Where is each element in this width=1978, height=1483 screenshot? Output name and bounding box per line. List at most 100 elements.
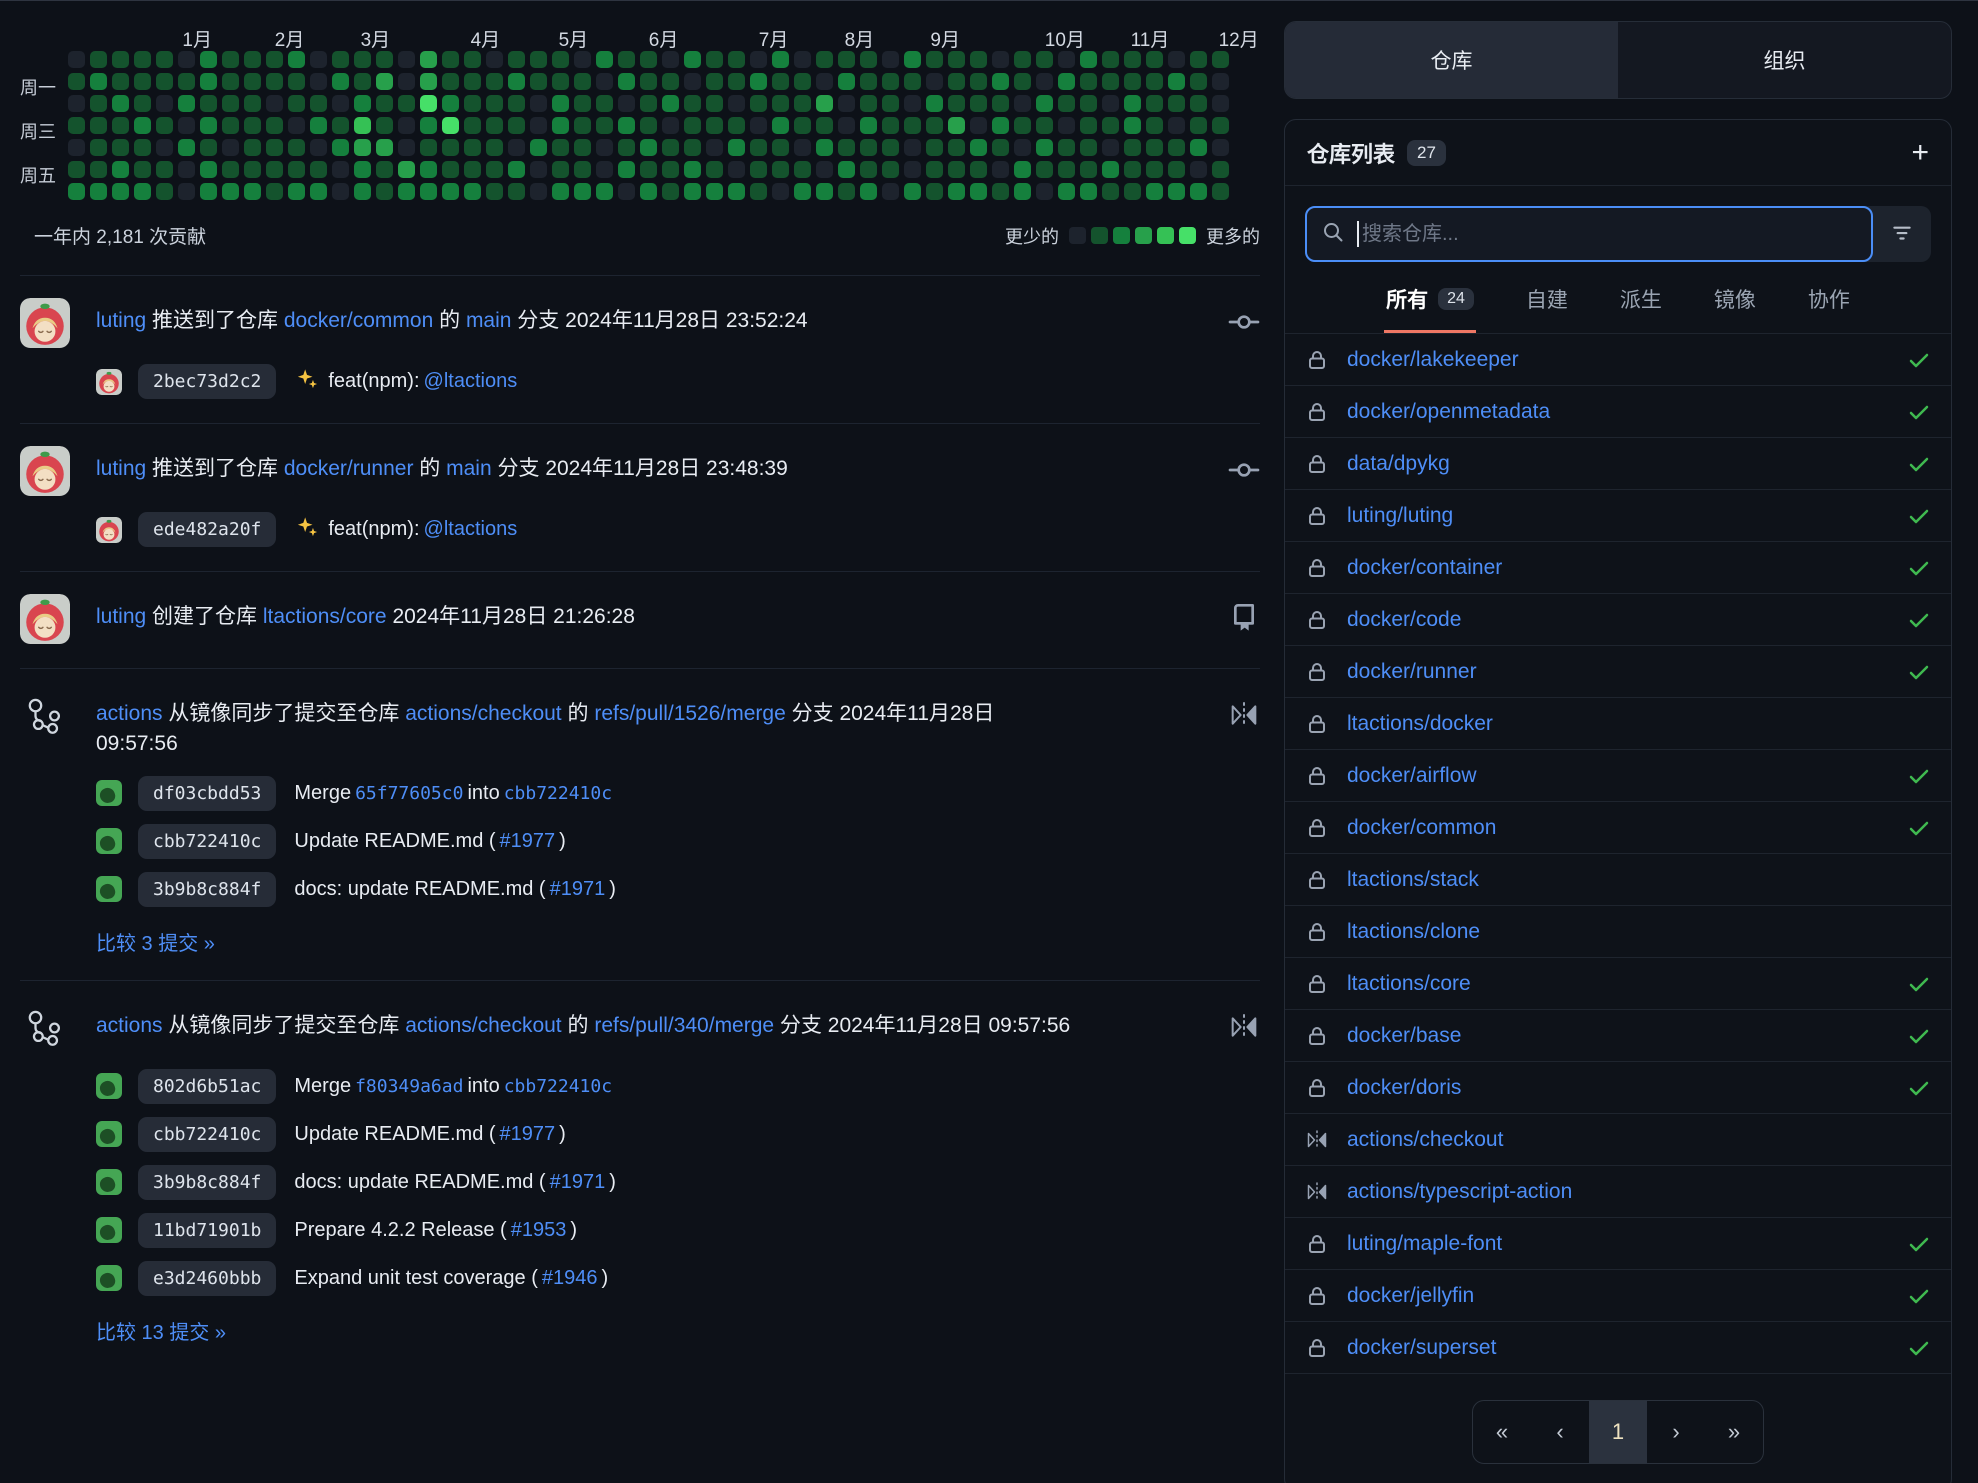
heatmap-cell[interactable] (332, 51, 349, 68)
heatmap-cell[interactable] (1080, 51, 1097, 68)
heatmap-cell[interactable] (596, 117, 613, 134)
heatmap-cell[interactable] (112, 161, 129, 178)
heatmap-cell[interactable] (68, 183, 85, 200)
repo-name-link[interactable]: docker/base (1347, 1024, 1461, 1048)
heatmap-cell[interactable] (310, 117, 327, 134)
heatmap-cell[interactable] (200, 139, 217, 156)
heatmap-cell[interactable] (508, 117, 525, 134)
heatmap-cell[interactable] (112, 73, 129, 90)
heatmap-cell[interactable] (1036, 183, 1053, 200)
actions-avatar[interactable] (96, 876, 122, 902)
heatmap-cell[interactable] (860, 73, 877, 90)
repo-name-link[interactable]: docker/jellyfin (1347, 1284, 1474, 1308)
tab-orgs[interactable]: 组织 (1618, 22, 1951, 98)
heatmap-cell[interactable] (1080, 73, 1097, 90)
repo-name-link[interactable]: ltactions/clone (1347, 920, 1480, 944)
repo-filter-button[interactable] (1873, 206, 1931, 262)
heatmap-cell[interactable] (838, 95, 855, 112)
repo-name-link[interactable]: docker/doris (1347, 1076, 1461, 1100)
heatmap-cell[interactable] (244, 73, 261, 90)
heatmap-cell[interactable] (442, 139, 459, 156)
heatmap-cell[interactable] (1212, 73, 1229, 90)
heatmap-cell[interactable] (684, 183, 701, 200)
heatmap-cell[interactable] (90, 95, 107, 112)
heatmap-cell[interactable] (1102, 117, 1119, 134)
heatmap-cell[interactable] (772, 95, 789, 112)
heatmap-cell[interactable] (266, 73, 283, 90)
heatmap-cell[interactable] (860, 161, 877, 178)
heatmap-cell[interactable] (288, 95, 305, 112)
heatmap-cell[interactable] (68, 51, 85, 68)
heatmap-cell[interactable] (156, 73, 173, 90)
heatmap-cell[interactable] (970, 95, 987, 112)
heatmap-cell[interactable] (486, 117, 503, 134)
heatmap-cell[interactable] (332, 161, 349, 178)
heatmap-cell[interactable] (794, 95, 811, 112)
heatmap-cell[interactable] (134, 51, 151, 68)
heatmap-cell[interactable] (464, 117, 481, 134)
heatmap-cell[interactable] (992, 161, 1009, 178)
heatmap-cell[interactable] (90, 161, 107, 178)
heatmap-cell[interactable] (156, 183, 173, 200)
heatmap-cell[interactable] (1102, 139, 1119, 156)
heatmap-cell[interactable] (354, 161, 371, 178)
repo-row[interactable]: docker/airflow (1285, 750, 1951, 802)
heatmap-cell[interactable] (1190, 139, 1207, 156)
heatmap-cell[interactable] (706, 73, 723, 90)
heatmap-cell[interactable] (1058, 73, 1075, 90)
heatmap-cell[interactable] (904, 139, 921, 156)
heatmap-cell[interactable] (640, 73, 657, 90)
heatmap-cell[interactable] (376, 117, 393, 134)
heatmap-cell[interactable] (684, 95, 701, 112)
heatmap-cell[interactable] (860, 117, 877, 134)
inline-link[interactable]: ltactions/core (263, 605, 387, 628)
heatmap-cell[interactable] (332, 95, 349, 112)
heatmap-cell[interactable] (618, 51, 635, 68)
heatmap-cell[interactable] (706, 117, 723, 134)
heatmap-cell[interactable] (728, 139, 745, 156)
heatmap-cell[interactable] (1058, 51, 1075, 68)
heatmap-cell[interactable] (662, 95, 679, 112)
heatmap-cell[interactable] (860, 95, 877, 112)
heatmap-cell[interactable] (68, 139, 85, 156)
heatmap-cell[interactable] (772, 73, 789, 90)
heatmap-cell[interactable] (1014, 161, 1031, 178)
heatmap-cell[interactable] (662, 117, 679, 134)
heatmap-cell[interactable] (200, 117, 217, 134)
heatmap-cell[interactable] (640, 51, 657, 68)
commit-hash-badge[interactable]: e3d2460bbb (138, 1261, 276, 1296)
heatmap-cell[interactable] (310, 161, 327, 178)
heatmap-cell[interactable] (1080, 117, 1097, 134)
heatmap-cell[interactable] (90, 51, 107, 68)
heatmap-cell[interactable] (552, 73, 569, 90)
heatmap-cell[interactable] (398, 161, 415, 178)
heatmap-cell[interactable] (838, 73, 855, 90)
heatmap-cell[interactable] (772, 161, 789, 178)
heatmap-cell[interactable] (794, 117, 811, 134)
heatmap-cell[interactable] (970, 183, 987, 200)
heatmap-cell[interactable] (904, 161, 921, 178)
pagination-first[interactable]: « (1473, 1401, 1531, 1463)
heatmap-cell[interactable] (1080, 139, 1097, 156)
heatmap-cell[interactable] (1146, 161, 1163, 178)
heatmap-cell[interactable] (464, 139, 481, 156)
heatmap-cell[interactable] (728, 117, 745, 134)
heatmap-cell[interactable] (662, 161, 679, 178)
heatmap-cell[interactable] (926, 139, 943, 156)
heatmap-cell[interactable] (552, 183, 569, 200)
heatmap-cell[interactable] (640, 117, 657, 134)
heatmap-cell[interactable] (728, 161, 745, 178)
commit-hash-badge[interactable]: 3b9b8c884f (138, 1165, 276, 1200)
commit-hash-badge[interactable]: 3b9b8c884f (138, 872, 276, 907)
heatmap-cell[interactable] (442, 161, 459, 178)
heatmap-cell[interactable] (860, 139, 877, 156)
repo-row[interactable]: ltactions/core (1285, 958, 1951, 1010)
heatmap-cell[interactable] (288, 51, 305, 68)
heatmap-cell[interactable] (618, 161, 635, 178)
inline-link[interactable]: actions (96, 702, 163, 725)
heatmap-cell[interactable] (1036, 95, 1053, 112)
heatmap-cell[interactable] (530, 183, 547, 200)
heatmap-cell[interactable] (882, 95, 899, 112)
repo-row[interactable]: docker/code (1285, 594, 1951, 646)
heatmap-cell[interactable] (1102, 161, 1119, 178)
